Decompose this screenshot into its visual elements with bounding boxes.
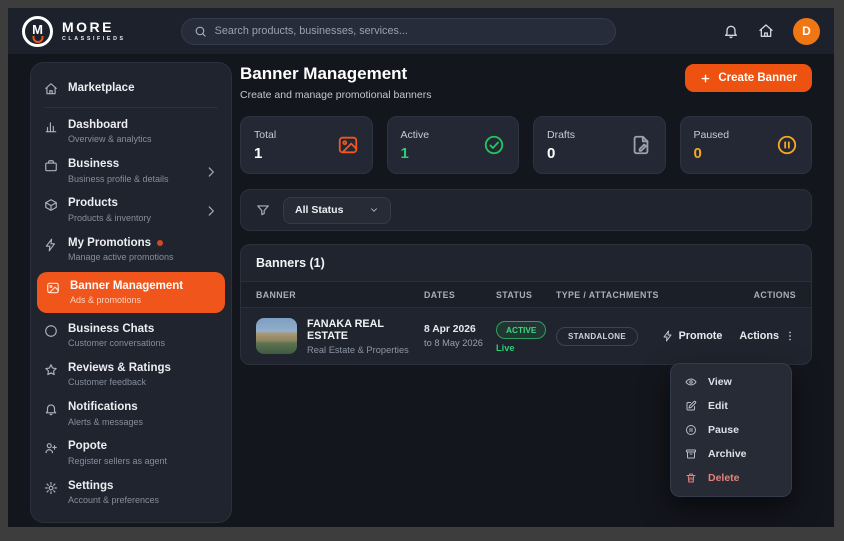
check-circle-icon <box>483 134 505 156</box>
col-dates: DATES <box>424 290 496 300</box>
notification-dot <box>157 240 163 246</box>
pause-circle-icon <box>776 134 798 156</box>
stat-card-active: Active 1 <box>387 116 520 174</box>
logo-icon: M <box>22 16 53 47</box>
funnel-icon <box>256 203 270 217</box>
banner-date-to: to 8 May 2026 <box>424 338 496 348</box>
user-avatar[interactable]: D <box>793 18 820 45</box>
window-frame: M MORE CLASSIFIEDS Search products, busi… <box>0 0 844 541</box>
col-actions: ACTIONS <box>678 290 796 300</box>
chat-icon <box>44 324 58 338</box>
gear-icon <box>44 481 58 495</box>
brand-logo[interactable]: M MORE CLASSIFIEDS <box>22 16 126 47</box>
sidebar-item-my-promotions[interactable]: My Promotions Manage active promotions <box>31 230 231 269</box>
sidebar-item-business-chats[interactable]: Business Chats Customer conversations <box>31 316 231 355</box>
sidebar-item-marketplace[interactable]: Marketplace <box>31 71 231 105</box>
sidebar-item-banner-management[interactable]: Banner Management Ads & promotions <box>37 272 225 313</box>
stats-row: Total 1 Active 1 Drafts 0 <box>240 116 812 174</box>
brand-subtitle: CLASSIFIEDS <box>62 37 126 42</box>
sidebar-item-products[interactable]: Products Products & inventory <box>31 190 231 229</box>
eye-icon <box>685 376 697 388</box>
home-icon[interactable] <box>758 23 774 39</box>
chevron-down-icon <box>369 205 379 215</box>
stat-card-paused: Paused 0 <box>680 116 813 174</box>
menu-item-edit[interactable]: Edit <box>671 394 791 418</box>
image-icon <box>337 134 359 156</box>
chevron-right-icon <box>204 204 218 218</box>
col-banner: BANNER <box>256 290 424 300</box>
sidebar-item-settings[interactable]: Settings Account & preferences <box>31 473 231 512</box>
pause-circle-icon <box>685 424 697 436</box>
banner-name: FANAKA REAL ESTATE <box>307 318 424 342</box>
menu-item-view[interactable]: View <box>671 370 791 394</box>
stat-value-total: 1 <box>254 145 276 162</box>
actions-button[interactable]: Actions <box>739 330 796 342</box>
col-type: TYPE / ATTACHMENTS <box>556 290 678 300</box>
status-filter-select[interactable]: All Status <box>283 197 391 224</box>
star-icon <box>44 363 58 377</box>
banner-date-from: 8 Apr 2026 <box>424 324 496 335</box>
create-banner-button[interactable]: Create Banner <box>685 64 812 92</box>
search-icon <box>194 25 207 38</box>
stat-value-active: 1 <box>401 145 430 162</box>
stat-card-total: Total 1 <box>240 116 373 174</box>
bolt-icon <box>44 238 58 252</box>
status-badge: ACTIVE <box>496 321 546 339</box>
col-status: STATUS <box>496 290 556 300</box>
app: M MORE CLASSIFIEDS Search products, busi… <box>8 8 834 527</box>
user-plus-icon <box>44 441 58 455</box>
menu-item-archive[interactable]: Archive <box>671 442 791 466</box>
plus-icon <box>700 73 711 84</box>
menu-item-delete[interactable]: Delete <box>671 466 791 490</box>
bolt-icon <box>662 330 674 342</box>
table-header-row: BANNER DATES STATUS TYPE / ATTACHMENTS A… <box>241 281 811 308</box>
stat-value-paused: 0 <box>694 145 730 162</box>
brand-name: MORE <box>62 20 126 34</box>
banners-table: Banners (1) BANNER DATES STATUS TYPE / A… <box>240 244 812 365</box>
logo-letter: M <box>32 22 43 37</box>
promote-button[interactable]: Promote <box>662 330 723 342</box>
trash-icon <box>685 472 697 484</box>
menu-item-pause[interactable]: Pause <box>671 418 791 442</box>
box-icon <box>44 198 58 212</box>
archive-icon <box>685 448 697 460</box>
type-badge: STANDALONE <box>556 327 638 346</box>
bell-icon <box>44 402 58 416</box>
edit-icon <box>685 400 697 412</box>
filter-bar: All Status <box>240 189 812 231</box>
image-icon <box>46 281 60 295</box>
sidebar-item-reviews-ratings[interactable]: Reviews & Ratings Customer feedback <box>31 355 231 394</box>
logo-orange-arc <box>32 36 43 43</box>
actions-dropdown-menu: View Edit Pause Archive Delete <box>670 363 792 497</box>
sidebar-divider <box>44 107 218 108</box>
main-content: Banner Management Create and manage prom… <box>240 62 812 519</box>
topbar: M MORE CLASSIFIEDS Search products, busi… <box>8 8 834 54</box>
table-title: Banners (1) <box>241 245 811 281</box>
chart-icon <box>44 120 58 134</box>
chevron-right-icon <box>204 165 218 179</box>
stat-value-drafts: 0 <box>547 145 575 162</box>
page-subtitle: Create and manage promotional banners <box>240 89 431 101</box>
sidebar: Marketplace Dashboard Overview & analyti… <box>30 62 232 523</box>
stat-card-drafts: Drafts 0 <box>533 116 666 174</box>
sidebar-item-popote[interactable]: Popote Register sellers as agent <box>31 433 231 472</box>
page-title: Banner Management <box>240 64 431 84</box>
sidebar-item-dashboard[interactable]: Dashboard Overview & analytics <box>31 112 231 151</box>
home-icon <box>44 82 58 96</box>
search-placeholder: Search products, businesses, services... <box>215 25 408 37</box>
sidebar-item-business[interactable]: Business Business profile & details <box>31 151 231 190</box>
bell-icon[interactable] <box>723 23 739 39</box>
briefcase-icon <box>44 159 58 173</box>
search-input[interactable]: Search products, businesses, services... <box>181 18 616 45</box>
status-live-label: Live <box>496 343 556 353</box>
file-edit-icon <box>630 134 652 156</box>
sidebar-item-notifications[interactable]: Notifications Alerts & messages <box>31 394 231 433</box>
banner-category: Real Estate & Properties <box>307 345 424 355</box>
dots-vertical-icon <box>784 330 796 342</box>
table-row: FANAKA REAL ESTATE Real Estate & Propert… <box>241 308 811 364</box>
banner-thumbnail <box>256 318 297 354</box>
